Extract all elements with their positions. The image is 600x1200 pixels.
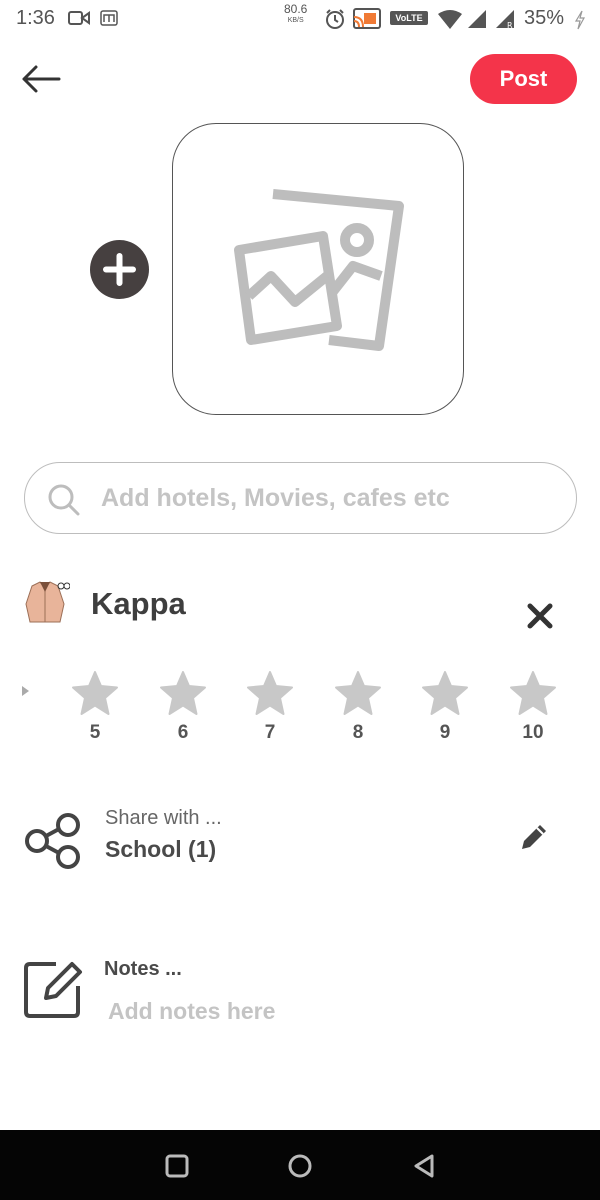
item-name: Kappa [91, 586, 186, 621]
rating-option[interactable]: 6 [150, 670, 216, 744]
plus-icon [103, 253, 136, 286]
star-icon [247, 671, 293, 715]
share-target[interactable]: School (1) [105, 836, 216, 863]
rating-value: 6 [177, 722, 189, 743]
recent-apps-button[interactable] [161, 1150, 193, 1182]
pencil-icon [522, 825, 546, 849]
share-label: Share with ... [105, 807, 222, 829]
star-icon [510, 671, 556, 715]
notes-edit-icon [22, 958, 84, 1020]
notes-label: Notes ... [104, 958, 182, 980]
rating-value: 5 [89, 722, 101, 743]
back-button[interactable] [20, 60, 64, 100]
net-speed: 80.6 KB/S [284, 2, 308, 26]
star-icon [422, 671, 468, 715]
square-icon [165, 1154, 189, 1178]
add-photo-button[interactable] [90, 240, 149, 299]
rating-value: 9 [439, 722, 451, 743]
close-icon [527, 603, 553, 629]
star-icon [72, 671, 118, 715]
status-bar: 1:36 80.6 KB/S VoLTE R 35% [0, 0, 600, 38]
rating-selector: 5 6 7 8 9 10 [62, 670, 582, 750]
image-placeholder[interactable] [172, 123, 464, 415]
wifi-icon [438, 10, 462, 29]
share-icon [24, 812, 82, 870]
remove-item-button[interactable] [520, 596, 560, 636]
star-icon [160, 671, 206, 715]
back-nav-button[interactable] [408, 1150, 440, 1182]
post-button[interactable]: Post [470, 54, 577, 104]
rating-option[interactable]: 5 [62, 670, 128, 744]
volte-badge: VoLTE [390, 11, 428, 25]
rating-option[interactable]: 8 [325, 670, 391, 744]
battery-percent: 35% [524, 7, 565, 29]
search-input[interactable] [101, 477, 561, 519]
rating-option[interactable]: 9 [412, 670, 478, 744]
jacket-icon [25, 581, 71, 623]
status-time: 1:36 [16, 7, 55, 29]
cast-icon [353, 8, 381, 29]
circle-icon [288, 1154, 312, 1178]
notes-input[interactable] [108, 994, 548, 1028]
gallery-icon [234, 189, 404, 351]
svg-text:R: R [507, 21, 513, 30]
arrow-left-icon [22, 65, 61, 93]
signal-roaming-icon: R [496, 10, 514, 30]
net-speed-value: 80.6 [284, 2, 308, 16]
battery-charging-icon [574, 10, 586, 30]
star-icon [335, 671, 381, 715]
net-speed-unit: KB/S [287, 17, 304, 24]
edit-share-button[interactable] [517, 820, 551, 854]
rating-option[interactable]: 10 [500, 670, 566, 744]
app-notification-icon [100, 10, 118, 26]
scroll-left-arrow-icon [22, 686, 29, 696]
video-camera-icon [68, 11, 90, 25]
alarm-icon [326, 9, 344, 29]
rating-value: 8 [352, 722, 364, 743]
navigation-bar [0, 1130, 600, 1200]
search-box [24, 462, 577, 534]
rating-value: 10 [522, 722, 544, 743]
home-button[interactable] [284, 1150, 316, 1182]
search-icon [48, 484, 80, 516]
rating-value: 7 [264, 722, 276, 743]
triangle-back-icon [414, 1154, 434, 1178]
rating-option[interactable]: 7 [237, 670, 303, 744]
item-avatar [20, 578, 71, 628]
signal-icon [468, 10, 486, 28]
